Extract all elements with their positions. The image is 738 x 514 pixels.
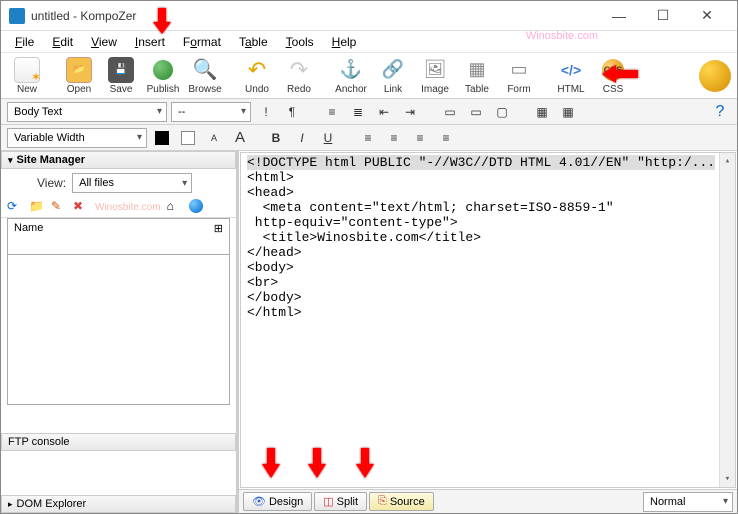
priority-select[interactable]: --: [171, 102, 251, 122]
table-edit-icon[interactable]: ▦: [557, 102, 579, 122]
menu-file[interactable]: File: [7, 33, 42, 51]
annotation-arrow-split: [305, 446, 329, 485]
menu-format[interactable]: Format: [175, 33, 229, 51]
close-button[interactable]: ✕: [685, 2, 729, 30]
link-button[interactable]: 🔗Link: [373, 57, 413, 95]
menu-help[interactable]: Help: [324, 33, 365, 51]
underline-icon[interactable]: U: [317, 128, 339, 148]
undo-button[interactable]: ↶Undo: [237, 57, 277, 95]
menu-view[interactable]: View: [83, 33, 125, 51]
outdent-icon[interactable]: ⇤: [373, 102, 395, 122]
fontsize-inc-icon[interactable]: A: [229, 128, 251, 148]
maximize-button[interactable]: ☐: [641, 2, 685, 30]
paragraph-select[interactable]: Body Text: [7, 102, 167, 122]
column-picker-icon[interactable]: ⊞: [214, 222, 223, 251]
em-icon[interactable]: ¶: [281, 102, 303, 122]
anchor-button[interactable]: ⚓Anchor: [331, 57, 371, 95]
folder-icon[interactable]: 📁: [29, 199, 45, 215]
format-bar-1: Body Text -- ! ¶ ≡ ≣ ⇤ ⇥ ▭ ▭ ▢ ▦ ▦ ?: [1, 99, 737, 125]
window-title: untitled - KompoZer: [31, 9, 597, 23]
dt-icon[interactable]: ▭: [465, 102, 487, 122]
source-icon: ⎘: [378, 495, 387, 508]
normal-select[interactable]: Normal: [643, 492, 733, 512]
view-select[interactable]: All files: [72, 173, 192, 193]
menu-tools[interactable]: Tools: [278, 33, 322, 51]
view-label: View:: [37, 176, 66, 190]
align-center-icon[interactable]: ≡: [383, 128, 405, 148]
table-grid-icon[interactable]: ▦: [531, 102, 553, 122]
ftp-console-header[interactable]: FTP console: [1, 433, 236, 451]
left-panel: ▾Site Manager View: All files ⟳ 📁 ✎ ✖ Wi…: [1, 151, 239, 513]
watermark: Winosbite.com: [526, 30, 598, 42]
dom-explorer-header[interactable]: ▸DOM Explorer: [1, 495, 236, 513]
help-icon[interactable]: ?: [709, 102, 731, 122]
save-button[interactable]: 💾Save: [101, 57, 141, 95]
watermark-small: Winosbite.com: [95, 202, 161, 213]
globe2-icon[interactable]: [189, 199, 205, 215]
ol-icon[interactable]: ≣: [347, 102, 369, 122]
open-button[interactable]: 📂Open: [59, 57, 99, 95]
publish-button[interactable]: Publish: [143, 57, 183, 95]
dl-icon[interactable]: ▭: [439, 102, 461, 122]
redo-button[interactable]: ↷Redo: [279, 57, 319, 95]
tab-source[interactable]: ⎘Source: [369, 492, 434, 511]
align-left-icon[interactable]: ≡: [357, 128, 379, 148]
eye-icon: 👁: [252, 495, 266, 508]
html-button[interactable]: </>HTML: [551, 57, 591, 95]
menubar: File Edit View Insert Format Table Tools…: [1, 31, 737, 53]
editor-area: <!DOCTYPE html PUBLIC "-//W3C//DTD HTML …: [239, 151, 737, 513]
site-manager-header[interactable]: ▾Site Manager: [1, 151, 236, 169]
ul-icon[interactable]: ≡: [321, 102, 343, 122]
file-tree[interactable]: [7, 255, 230, 405]
table-button[interactable]: ▦Table: [457, 57, 497, 95]
image-button[interactable]: 🖼Image: [415, 57, 455, 95]
form-button[interactable]: ▭Form: [499, 57, 539, 95]
scrollbar[interactable]: ▴▾: [719, 153, 735, 487]
view-tabs: 👁Design ◫Split ⎘Source Normal: [239, 489, 737, 513]
browse-button[interactable]: 🔍Browse: [185, 57, 225, 95]
bold-icon[interactable]: B: [265, 128, 287, 148]
annotation-arrow-design: [259, 446, 283, 485]
menu-table[interactable]: Table: [231, 33, 276, 51]
edit-icon[interactable]: ✎: [51, 199, 67, 215]
tab-split[interactable]: ◫Split: [314, 492, 367, 511]
split-icon: ◫: [323, 495, 333, 508]
annotation-arrow-source: [353, 446, 377, 485]
align-right-icon[interactable]: ≡: [409, 128, 431, 148]
globe-icon[interactable]: [699, 60, 731, 92]
layer-icon[interactable]: ▢: [491, 102, 513, 122]
home-icon[interactable]: ⌂: [167, 199, 183, 215]
align-justify-icon[interactable]: ≡: [435, 128, 457, 148]
name-column[interactable]: Name⊞: [7, 218, 230, 255]
annotation-arrow-menu: [150, 6, 174, 41]
bgcolor-icon[interactable]: [177, 128, 199, 148]
new-button[interactable]: ✶New: [7, 57, 47, 95]
italic-icon[interactable]: I: [291, 128, 313, 148]
exclaim-icon[interactable]: !: [255, 102, 277, 122]
indent-icon[interactable]: ⇥: [399, 102, 421, 122]
titlebar: untitled - KompoZer — ☐ ✕: [1, 1, 737, 31]
menu-edit[interactable]: Edit: [44, 33, 81, 51]
font-select[interactable]: Variable Width: [7, 128, 147, 148]
fontsize-dec-icon[interactable]: A: [203, 128, 225, 148]
source-editor[interactable]: <!DOCTYPE html PUBLIC "-//W3C//DTD HTML …: [240, 152, 736, 488]
minimize-button[interactable]: —: [597, 2, 641, 30]
app-icon: [9, 8, 25, 24]
delete-icon[interactable]: ✖: [73, 199, 89, 215]
tab-design[interactable]: 👁Design: [243, 492, 312, 511]
refresh-icon[interactable]: ⟳: [7, 199, 23, 215]
textcolor-icon[interactable]: [151, 128, 173, 148]
site-manager-toolbar: ⟳ 📁 ✎ ✖ Winosbite.com ⌂: [1, 197, 236, 218]
format-bar-2: Variable Width A A B I U ≡ ≡ ≡ ≡: [1, 125, 737, 151]
annotation-arrow-css: [598, 62, 640, 89]
